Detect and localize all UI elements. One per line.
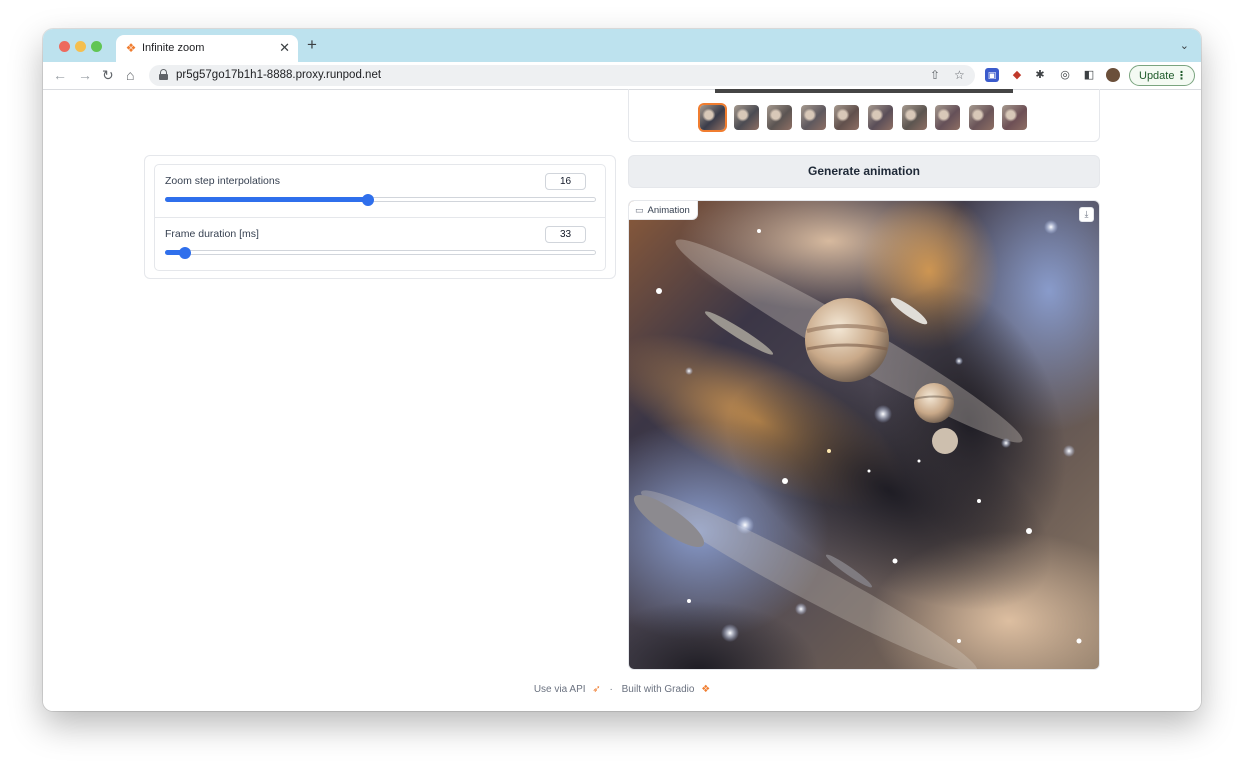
- update-button[interactable]: Update ⋮: [1129, 65, 1195, 86]
- controls-panel: Zoom step interpolations 16 Frame durati…: [144, 155, 616, 279]
- gallery-thumbnail[interactable]: [767, 105, 793, 130]
- clipboard-icon[interactable]: ◎: [1058, 68, 1072, 82]
- tab-title: Infinite zoom: [142, 42, 205, 54]
- gallery-thumbnail[interactable]: [800, 105, 826, 130]
- tab-close-icon[interactable]: ✕: [279, 40, 290, 56]
- slider-label: Zoom step interpolations: [165, 175, 280, 187]
- tab-bar: ❖ Infinite zoom ✕ + ⌄: [43, 29, 1201, 62]
- gallery-thumbnail[interactable]: [733, 105, 759, 130]
- update-label: Update: [1139, 70, 1175, 82]
- gallery-thumbnail[interactable]: [700, 105, 725, 130]
- sidepanel-icon[interactable]: ◧: [1082, 68, 1096, 82]
- home-button[interactable]: ⌂: [126, 66, 134, 84]
- puzzle-icon[interactable]: ✱: [1033, 68, 1047, 82]
- gallery-thumbnail[interactable]: [935, 105, 961, 130]
- animation-output: ▭ Animation ⤓: [628, 200, 1100, 670]
- gradio-logo-icon: ❖: [701, 684, 711, 695]
- minimize-window-button[interactable]: [75, 41, 86, 52]
- tab-search-chevron-icon[interactable]: ⌄: [1180, 39, 1189, 52]
- zoom-step-slider[interactable]: [165, 194, 596, 206]
- lock-icon[interactable]: [158, 69, 168, 80]
- gallery-thumbnail[interactable]: [1002, 105, 1028, 130]
- frame-duration-slider[interactable]: [165, 247, 596, 259]
- video-camera-icon: ▭: [635, 205, 644, 215]
- generate-animation-button[interactable]: Generate animation: [628, 155, 1100, 188]
- share-icon[interactable]: ⇧: [930, 68, 940, 82]
- browser-window: ❖ Infinite zoom ✕ + ⌄ ← → ↻ ⌂ pr5g57go17…: [43, 29, 1201, 711]
- kebab-menu-icon[interactable]: ⋮: [1176, 69, 1187, 82]
- built-with-gradio-link[interactable]: Built with Gradio: [622, 684, 695, 695]
- zoom-step-number-input[interactable]: 16: [545, 173, 586, 190]
- zoom-step-slider-block: Zoom step interpolations 16: [155, 165, 605, 218]
- gradio-favicon-icon: ❖: [125, 41, 137, 55]
- gallery-thumbnail[interactable]: [868, 105, 893, 130]
- frame-duration-number-input[interactable]: 33: [545, 226, 586, 243]
- animation-badge-text: Animation: [647, 205, 690, 216]
- close-window-button[interactable]: [59, 41, 70, 52]
- rocket-icon: ➶: [592, 684, 601, 695]
- gallery-thumbnail[interactable]: [834, 105, 860, 130]
- back-button[interactable]: ←: [53, 66, 67, 84]
- browser-toolbar: ← → ↻ ⌂ pr5g57go17b1h1-8888.proxy.runpod…: [43, 62, 1201, 90]
- footer-separator: ·: [609, 684, 613, 695]
- space-animation-image: [629, 201, 1099, 669]
- star-icon[interactable]: ☆: [954, 68, 965, 82]
- avatar-icon[interactable]: [1106, 68, 1120, 82]
- sliders-group: Zoom step interpolations 16 Frame durati…: [154, 164, 606, 271]
- gallery-panel: [628, 89, 1100, 142]
- gradio-app: Generate animation Zoom step interpolati…: [43, 89, 1201, 711]
- address-bar[interactable]: pr5g57go17b1h1-8888.proxy.runpod.net ⇧ ☆: [149, 65, 975, 86]
- url-text[interactable]: pr5g57go17b1h1-8888.proxy.runpod.net: [176, 69, 381, 81]
- slider-handle[interactable]: [361, 194, 374, 206]
- animation-label: ▭ Animation: [629, 201, 698, 220]
- forward-button[interactable]: →: [78, 66, 92, 84]
- gallery-thumbnail[interactable]: [901, 105, 927, 130]
- gallery-preview-strip: [715, 89, 1013, 93]
- slider-label: Frame duration [ms]: [165, 228, 259, 240]
- slider-fill: [165, 197, 368, 202]
- new-tab-button[interactable]: +: [307, 36, 317, 54]
- slider-handle[interactable]: [179, 247, 192, 259]
- download-icon[interactable]: ⤓: [1079, 207, 1094, 222]
- maximize-window-button[interactable]: [91, 41, 102, 52]
- footer: Use via API ➶ · Built with Gradio ❖: [43, 684, 1201, 695]
- reload-button[interactable]: ↻: [102, 66, 114, 84]
- extension-badge-icon[interactable]: ◆: [1010, 68, 1024, 82]
- use-via-api-link[interactable]: Use via API: [534, 684, 586, 695]
- bitwarden-icon[interactable]: ▣: [985, 68, 999, 82]
- gallery-thumbnail[interactable]: [968, 105, 994, 130]
- frame-duration-slider-block: Frame duration [ms] 33: [155, 218, 605, 271]
- browser-tab[interactable]: ❖ Infinite zoom ✕: [116, 35, 298, 62]
